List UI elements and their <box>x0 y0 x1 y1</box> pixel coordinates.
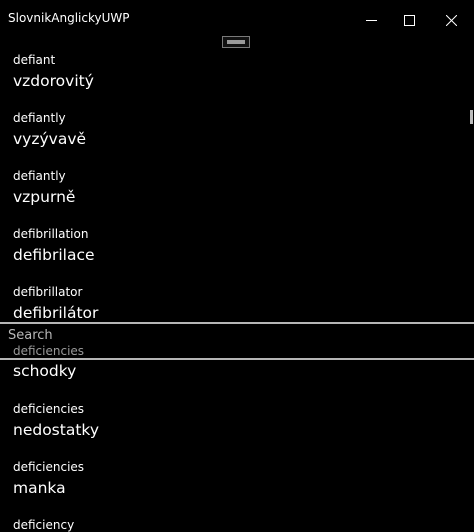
list-item[interactable]: defiantly vzpurně <box>13 169 75 207</box>
english-word: deficiencies <box>13 402 85 416</box>
scrollbar-thumb[interactable] <box>470 110 473 124</box>
english-word: defiant <box>13 53 56 67</box>
list-item[interactable]: defibrillation defibrilace <box>13 227 95 265</box>
search-input[interactable] <box>0 324 474 346</box>
list-item[interactable]: defiantly vyzývavě <box>13 111 86 149</box>
czech-translation: vzpurně <box>13 188 76 206</box>
english-word: defibrillator <box>13 285 83 299</box>
english-word: deficiencies <box>13 460 85 474</box>
drag-handle[interactable] <box>222 36 250 48</box>
list-item[interactable]: defiant vzdorovitý <box>13 53 94 91</box>
list-item[interactable]: schodky <box>13 361 76 381</box>
czech-translation: manka <box>13 479 66 497</box>
maximize-icon <box>403 14 415 26</box>
czech-translation: vyzývavě <box>13 130 87 148</box>
czech-translation: vzdorovitý <box>13 72 94 90</box>
partial-word: deficiencies <box>13 344 85 358</box>
english-word: defiantly <box>13 111 66 125</box>
czech-translation: nedostatky <box>13 421 100 439</box>
czech-translation: schodky <box>13 362 77 380</box>
list-item[interactable]: deficiency <box>13 518 74 532</box>
list-item[interactable]: deficiencies manka <box>13 460 84 498</box>
czech-translation: defibrilace <box>13 246 95 264</box>
maximize-button[interactable] <box>386 0 432 40</box>
list-item[interactable]: deficiencies nedostatky <box>13 402 99 440</box>
search-box: deficiencies <box>0 322 474 360</box>
list-item[interactable]: defibrillator defibrilátor <box>13 285 98 323</box>
czech-translation: defibrilátor <box>13 304 99 322</box>
english-word: defiantly <box>13 169 66 183</box>
english-word: deficiency <box>13 518 75 532</box>
english-word: defibrillation <box>13 227 89 241</box>
title-bar: SlovnikAnglickyUWP <box>0 0 474 40</box>
minimize-icon <box>365 19 377 21</box>
window-title: SlovnikAnglickyUWP <box>8 11 130 25</box>
close-icon <box>445 14 457 26</box>
close-button[interactable] <box>428 0 474 40</box>
drag-handle-grip <box>227 40 245 44</box>
